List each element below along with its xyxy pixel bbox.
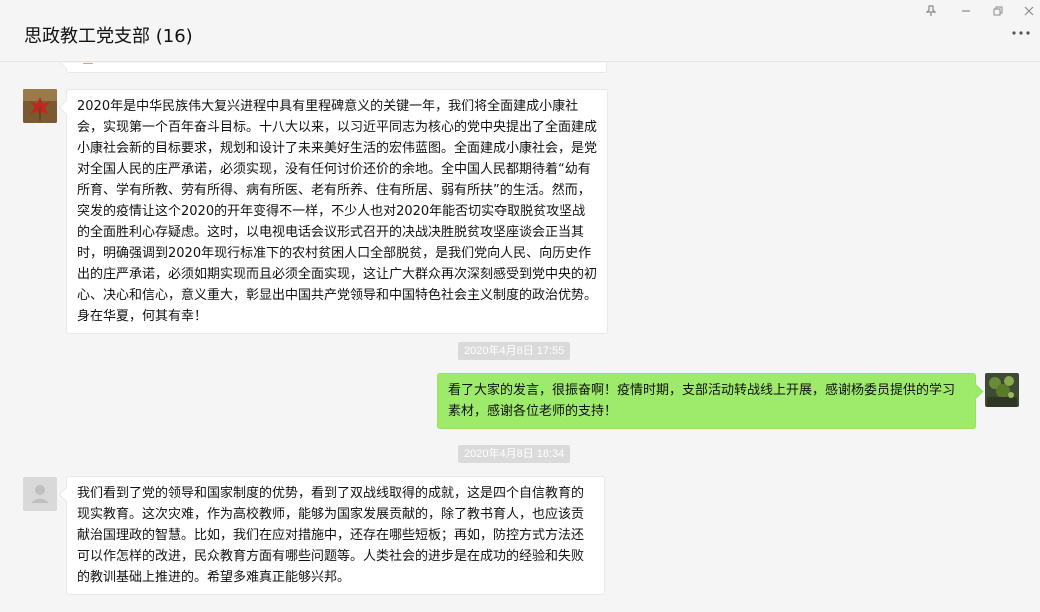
- pin-icon[interactable]: [923, 4, 939, 18]
- message-bubble[interactable]: 2020年是中华民族伟大复兴进程中具有里程碑意义的关键一年，我们将全面建成小康社…: [66, 89, 608, 334]
- more-icon[interactable]: [1010, 26, 1032, 40]
- timestamp: 2020年4月8日 18:34: [458, 445, 571, 463]
- message-bubble[interactable]: 我们看到了党的领导和国家制度的优势，看到了双战线取得的成就，这是四个自信教育的现…: [66, 476, 605, 595]
- message-text: 我们看到了党的领导和国家制度的优势，看到了双战线取得的成就，这是四个自信教育的现…: [77, 486, 585, 585]
- timestamp: 2020年4月8日 17:55: [458, 342, 571, 360]
- restore-icon[interactable]: [990, 4, 1006, 18]
- default-avatar-icon[interactable]: [23, 477, 57, 511]
- file-icon: [83, 63, 93, 64]
- previous-message-bubble: [66, 63, 607, 73]
- message-bubble-self[interactable]: 看了大家的发言，很振奋啊！疫情时期，支部活动转战线上开展，感谢杨委员提供的学习素…: [437, 373, 976, 429]
- chat-title: 思政教工党支部 (16): [24, 26, 193, 47]
- message-text: 看了大家的发言，很振奋啊！疫情时期，支部活动转战线上开展，感谢杨委员提供的学习素…: [448, 383, 956, 419]
- avatar[interactable]: [23, 89, 57, 123]
- self-avatar[interactable]: [985, 373, 1019, 407]
- title-bar: 思政教工党支部 (16): [0, 0, 1040, 62]
- minimize-icon[interactable]: [958, 4, 974, 18]
- message-text: 2020年是中华民族伟大复兴进程中具有里程碑意义的关键一年，我们将全面建成小康社…: [77, 99, 598, 324]
- close-icon[interactable]: [1021, 4, 1037, 18]
- chat-history[interactable]: 2020年是中华民族伟大复兴进程中具有里程碑意义的关键一年，我们将全面建成小康社…: [0, 63, 1040, 612]
